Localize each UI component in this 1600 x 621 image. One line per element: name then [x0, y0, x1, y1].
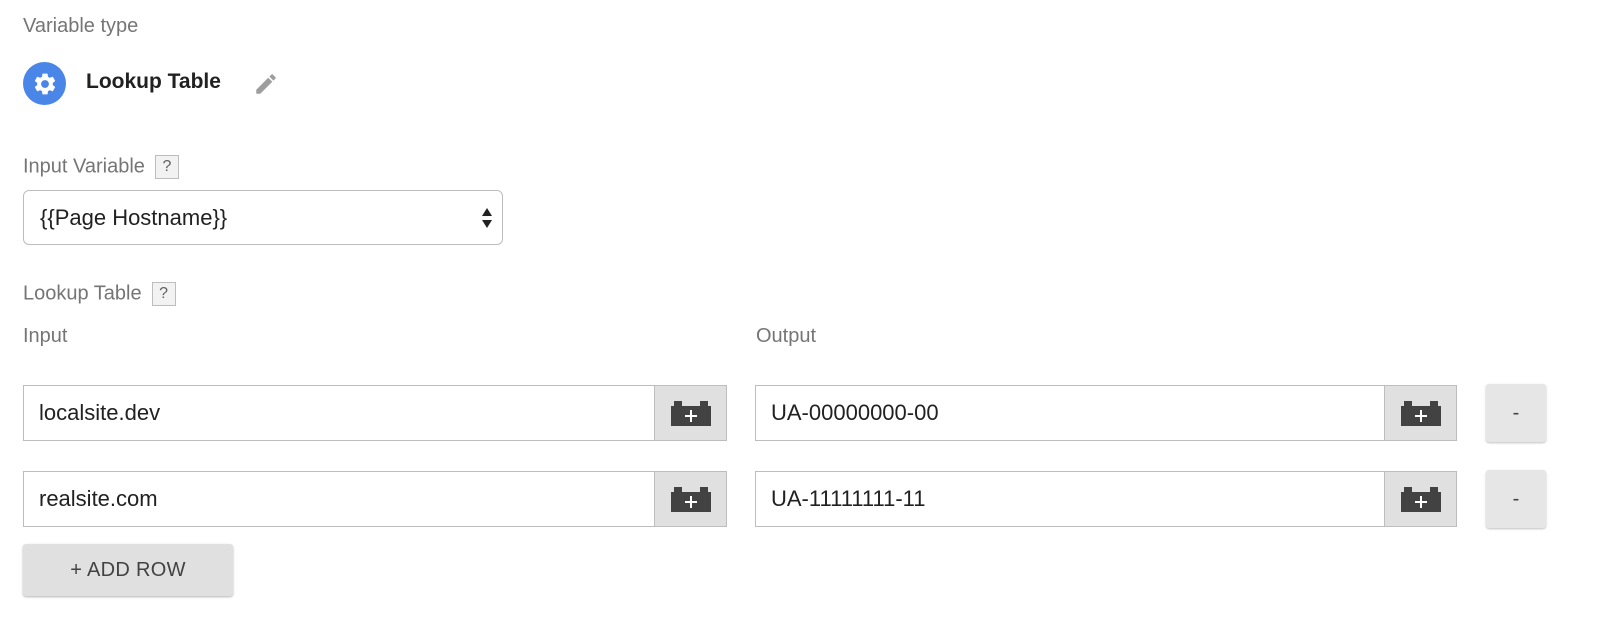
pencil-icon[interactable] — [253, 71, 279, 97]
variable-brick-icon — [1400, 401, 1441, 426]
row-input-field[interactable]: localsite.dev — [23, 385, 655, 441]
insert-variable-button[interactable] — [654, 385, 727, 441]
output-column-header: Output — [756, 325, 817, 347]
lookup-table-label: Lookup Table — [23, 282, 142, 305]
input-variable-select[interactable]: {{Page Hostname}} — [23, 190, 503, 245]
row-output-value: UA-00000000-00 — [771, 400, 939, 425]
insert-variable-button[interactable] — [1384, 471, 1457, 527]
help-icon[interactable]: ? — [151, 282, 176, 306]
help-icon[interactable]: ? — [154, 155, 179, 179]
variable-type-label: Variable type — [23, 15, 139, 37]
gear-icon — [23, 62, 66, 105]
input-variable-label: Input Variable — [23, 155, 145, 178]
variable-brick-icon — [670, 401, 711, 426]
variable-brick-icon — [670, 487, 711, 512]
insert-variable-button[interactable] — [1384, 385, 1457, 441]
variable-brick-icon — [1400, 487, 1441, 512]
insert-variable-button[interactable] — [654, 471, 727, 527]
row-input-value: realsite.com — [39, 486, 158, 511]
input-variable-selected-value: {{Page Hostname}} — [40, 204, 228, 230]
select-arrows-icon — [482, 208, 492, 228]
row-output-field[interactable]: UA-00000000-00 — [755, 385, 1385, 441]
add-row-button[interactable]: + ADD ROW — [23, 544, 233, 596]
variable-config-panel: Variable type Lookup Table Input Variabl… — [0, 0, 1600, 621]
input-column-header: Input — [23, 325, 68, 347]
variable-type-name: Lookup Table — [86, 70, 221, 93]
row-input-value: localsite.dev — [39, 400, 161, 425]
lookup-table-heading: Lookup Table? — [23, 282, 176, 306]
remove-row-button[interactable]: - — [1486, 384, 1546, 442]
remove-row-button[interactable]: - — [1486, 470, 1546, 528]
row-output-field[interactable]: UA-11111111-11 — [755, 471, 1385, 527]
input-variable-heading: Input Variable? — [23, 155, 179, 179]
row-output-value: UA-11111111-11 — [771, 486, 926, 511]
row-input-field[interactable]: realsite.com — [23, 471, 655, 527]
